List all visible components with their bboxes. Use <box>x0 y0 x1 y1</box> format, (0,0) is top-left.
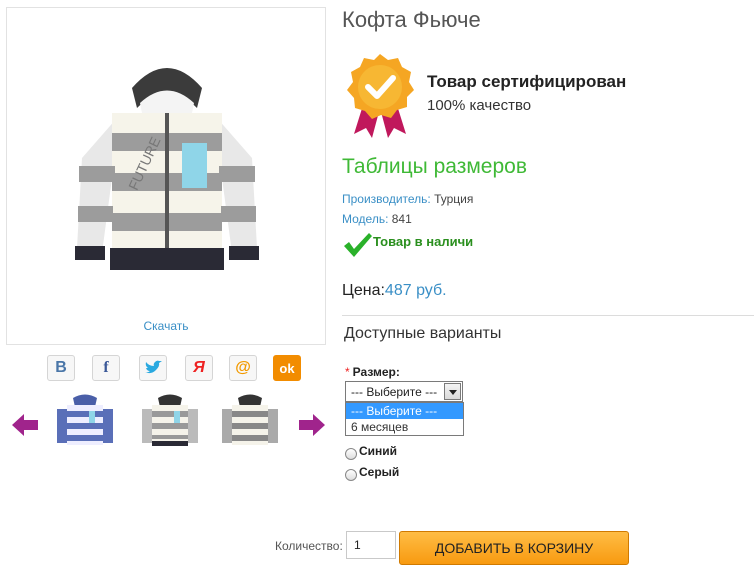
model-key: Модель: <box>342 212 389 226</box>
quantity-input[interactable] <box>346 531 396 559</box>
size-option-6-months[interactable]: 6 месяцев <box>346 419 463 435</box>
required-mark: * <box>345 365 350 379</box>
manufacturer-line: Производитель: Турция <box>342 192 473 206</box>
chevron-down-icon[interactable] <box>444 383 461 400</box>
download-link[interactable]: Скачать <box>7 319 325 333</box>
color-option-label: Серый <box>359 465 400 479</box>
size-option-choose[interactable]: --- Выберите --- <box>346 403 463 419</box>
quantity-label: Количество: <box>275 539 343 553</box>
prev-thumb-arrow-icon[interactable] <box>12 414 38 436</box>
add-to-cart-button[interactable]: ДОБАВИТЬ В КОРЗИНУ <box>399 531 629 565</box>
odnoklassniki-icon[interactable]: ok <box>273 355 301 381</box>
stock-status: Товар в наличи <box>373 234 474 249</box>
certificate-badge-icon <box>347 54 414 138</box>
model-line: Модель: 841 <box>342 212 412 226</box>
price: Цена:487 руб. <box>342 282 447 300</box>
radio-button[interactable] <box>345 448 357 460</box>
manufacturer-value: Турция <box>434 192 474 206</box>
manufacturer-key[interactable]: Производитель: <box>342 192 431 206</box>
size-label-text: Размер: <box>352 365 400 379</box>
size-table-link[interactable]: Таблицы размеров <box>342 155 527 179</box>
price-value: 487 руб. <box>384 282 447 299</box>
yandex-icon[interactable]: Я <box>185 355 213 381</box>
thumbnail-grey-alt[interactable] <box>220 393 280 453</box>
size-select[interactable]: --- Выберите --- <box>345 381 463 402</box>
twitter-icon[interactable] <box>139 355 167 381</box>
divider <box>342 315 754 316</box>
color-option-grey[interactable]: Серый <box>345 463 399 481</box>
next-thumb-arrow-icon[interactable] <box>299 414 325 436</box>
color-option-blue[interactable]: Синий <box>345 442 397 460</box>
main-image-box: FUTURE Скачать <box>6 7 326 345</box>
price-label: Цена: <box>342 282 385 299</box>
variants-heading: Доступные варианты <box>344 325 502 342</box>
mailru-icon[interactable]: @ <box>229 355 257 381</box>
radio-button[interactable] <box>345 469 357 481</box>
thumbnail-blue[interactable] <box>55 393 115 453</box>
thumbnail-grey[interactable] <box>140 393 200 453</box>
product-image-jacket[interactable]: FUTURE <box>62 48 272 288</box>
color-option-label: Синий <box>359 444 398 458</box>
size-label: * Размер: <box>345 365 400 379</box>
product-title: Кофта Фьюче <box>342 7 481 32</box>
checkmark-icon <box>344 233 372 257</box>
size-select-value: --- Выберите --- <box>351 385 438 399</box>
vk-icon[interactable]: В <box>47 355 75 381</box>
model-value: 841 <box>391 212 412 226</box>
certification-subtitle: 100% качество <box>427 97 532 114</box>
size-dropdown-list: --- Выберите --- 6 месяцев <box>345 402 464 436</box>
certification-title: Товар сертифицирован <box>427 72 627 91</box>
facebook-icon[interactable]: f <box>92 355 120 381</box>
